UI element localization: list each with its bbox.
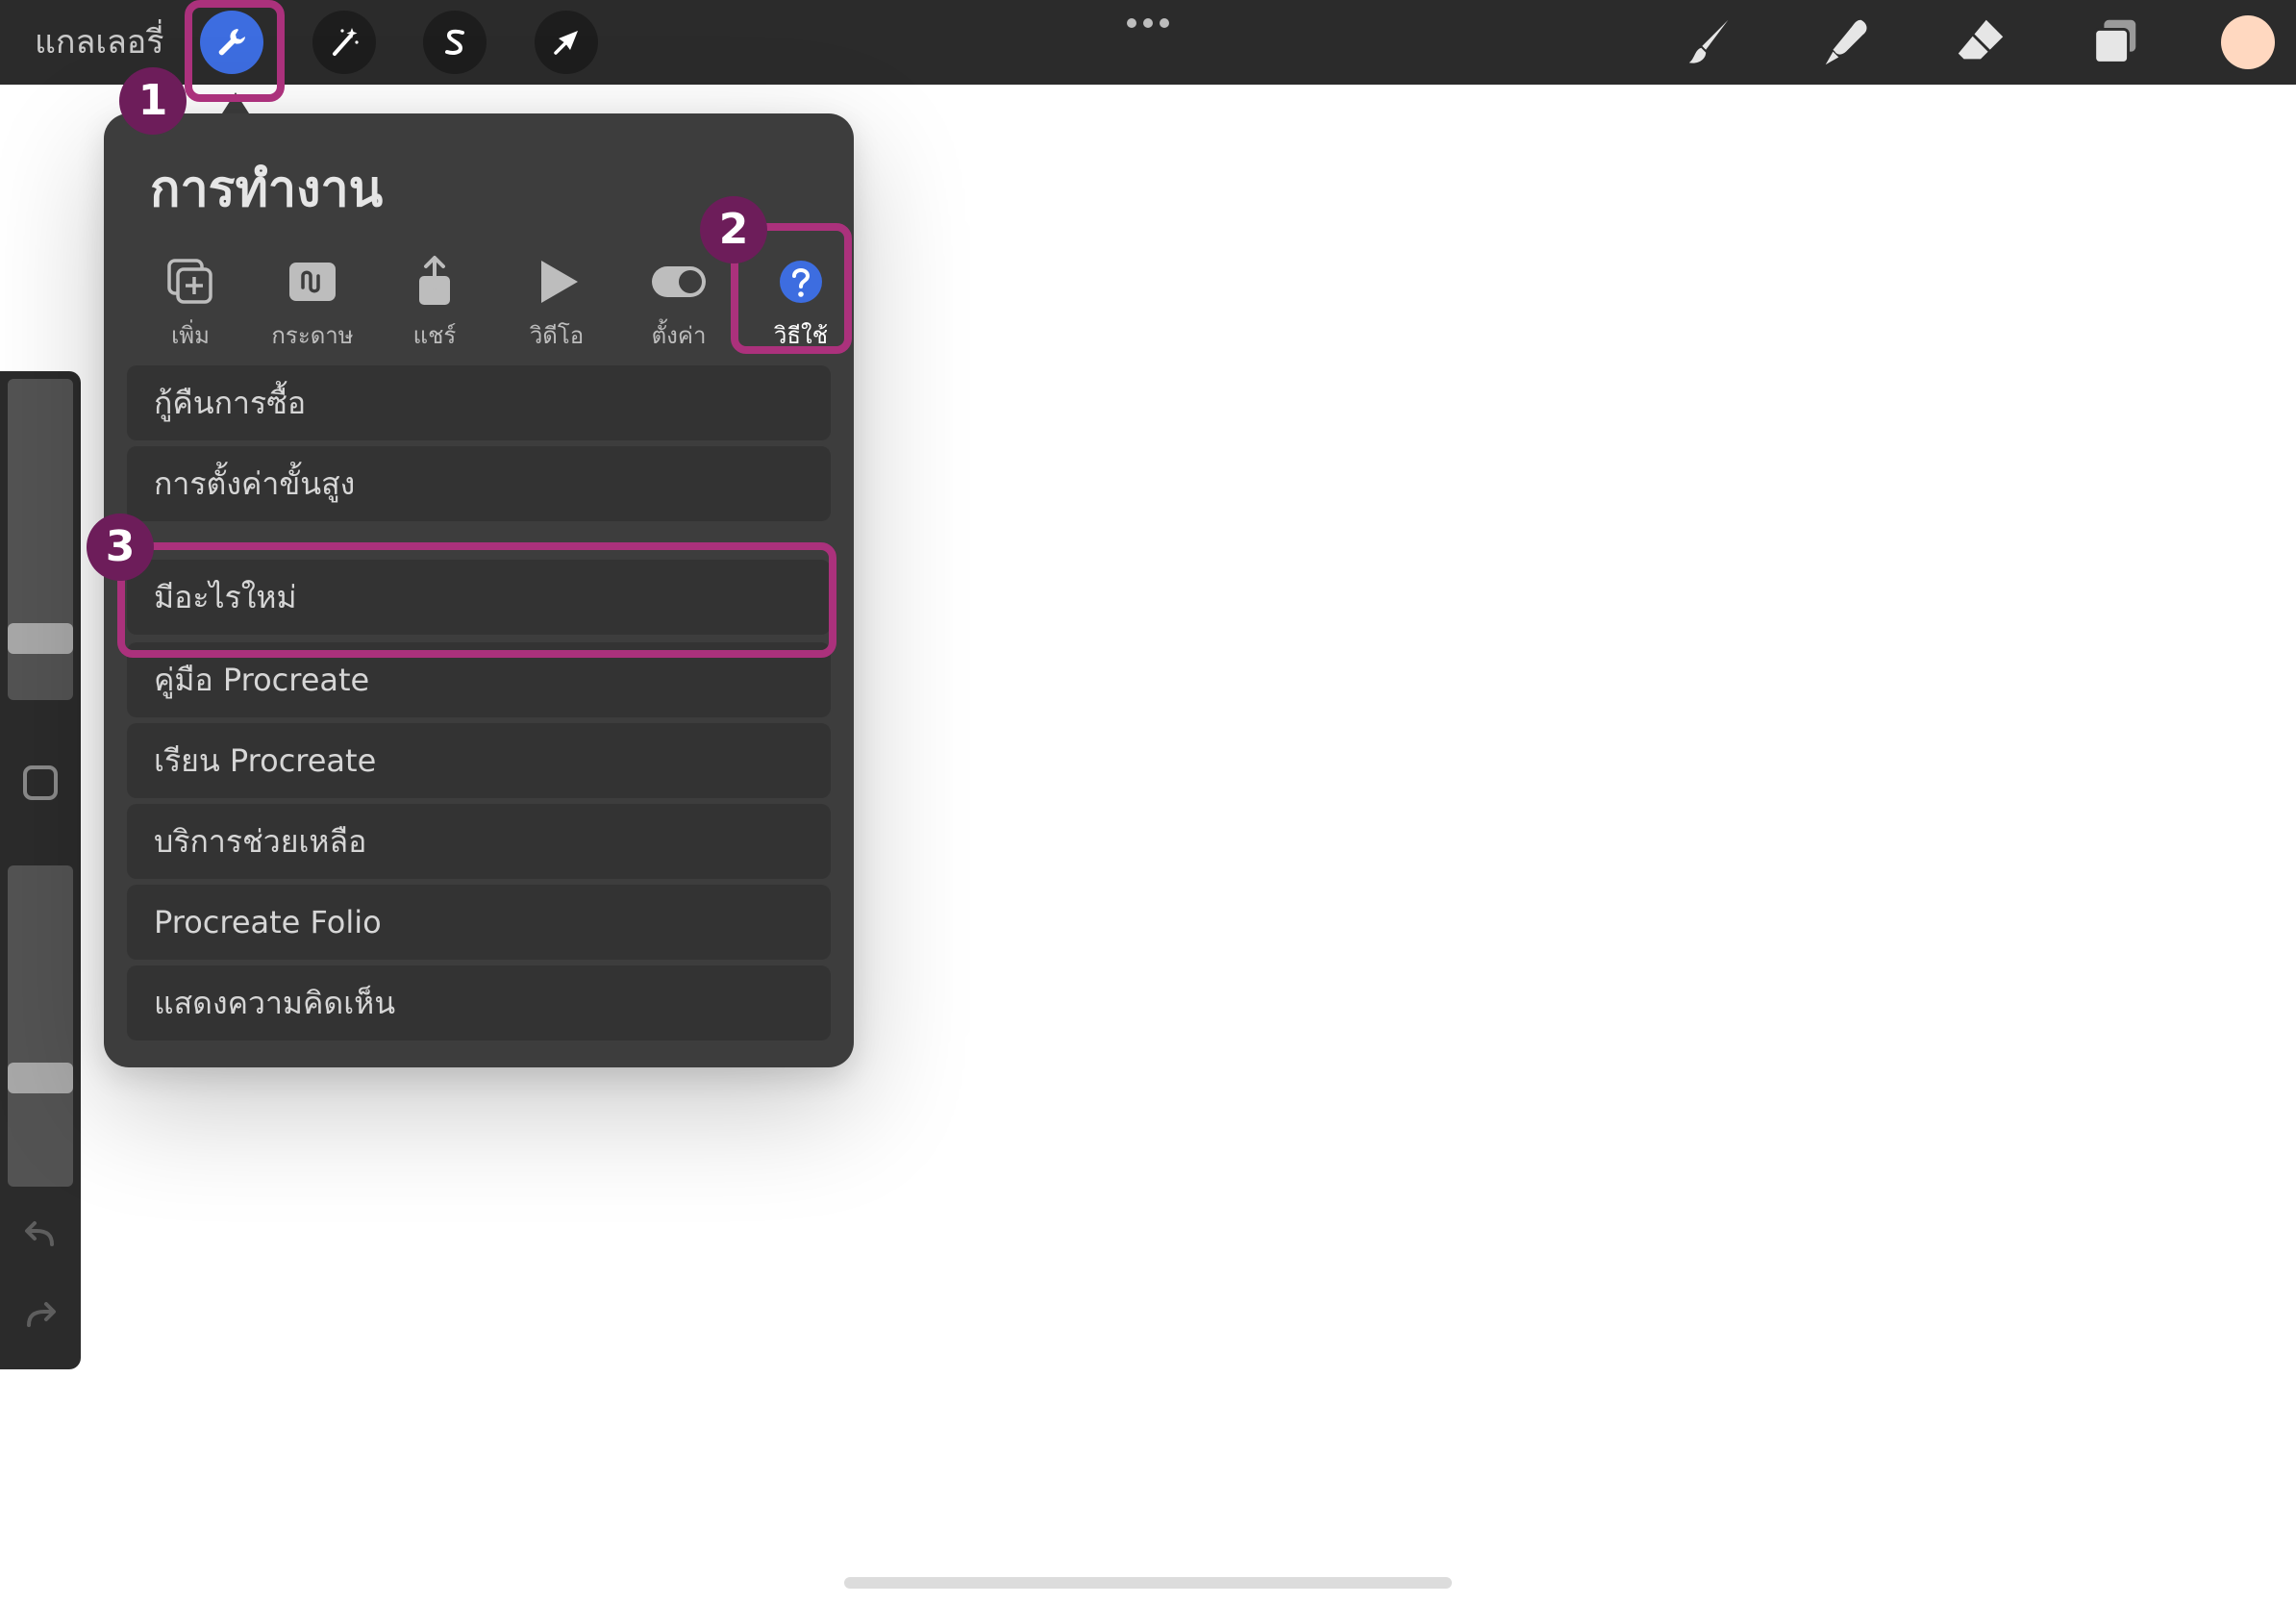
tab-prefs-label: ตั้งค่า <box>651 322 707 349</box>
tab-canvas[interactable]: กระดาษ <box>255 243 370 368</box>
step-badge-2: 2 <box>700 196 767 263</box>
toggle-icon <box>650 255 708 309</box>
brush-size-slider-thumb[interactable] <box>8 622 73 654</box>
modify-button[interactable] <box>23 765 58 800</box>
brush-icon <box>1688 19 1729 63</box>
share-icon <box>406 255 463 309</box>
redo-icon <box>27 1302 56 1327</box>
tab-canvas-label: กระดาษ <box>271 322 354 349</box>
undo-button[interactable] <box>19 1216 62 1258</box>
more-options-icon[interactable] <box>1127 13 1169 33</box>
panel-title: การทำงาน <box>150 161 384 218</box>
menu-item-restore-purchases[interactable]: กู้คืนการซื้อ <box>127 365 831 440</box>
transform-button[interactable] <box>535 11 598 74</box>
gallery-button[interactable]: แกลเลอรี่ <box>35 19 163 65</box>
menu-item-label: บริการช่วยเหลือ <box>154 823 367 860</box>
step-badge-1: 1 <box>119 67 187 135</box>
menu-item-label: การตั้งค่าขั้นสูง <box>154 465 356 502</box>
opacity-slider[interactable] <box>8 865 73 1187</box>
magic-wand-icon <box>333 28 359 56</box>
layers-icon <box>2093 19 2136 64</box>
add-icon <box>162 255 219 309</box>
menu-item-label: แสดงความคิดเห็น <box>154 985 396 1021</box>
redo-button[interactable] <box>19 1296 62 1339</box>
menu-item-label: กู้คืนการซื้อ <box>154 385 307 421</box>
left-sidebar <box>0 371 81 1369</box>
actions-tabs: เพิ่ม กระดาษ แชร์ วิดีโอ ตั้งค่า วิธีใช้ <box>133 243 828 368</box>
tab-share-label: แชร์ <box>412 322 457 349</box>
selection-button[interactable] <box>423 11 487 74</box>
canvas-icon <box>284 255 341 309</box>
layers-button[interactable] <box>2086 13 2144 71</box>
brush-tool-button[interactable] <box>1683 13 1740 71</box>
smudge-icon <box>1825 19 1867 65</box>
opacity-slider-thumb[interactable] <box>8 1063 73 1094</box>
menu-item-support[interactable]: บริการช่วยเหลือ <box>127 804 831 879</box>
tab-add[interactable]: เพิ่ม <box>133 243 248 368</box>
menu-item-label: เรียน Procreate <box>154 742 377 779</box>
menu-item-feedback[interactable]: แสดงความคิดเห็น <box>127 965 831 1040</box>
menu-item-advanced-settings[interactable]: การตั้งค่าขั้นสูง <box>127 446 831 521</box>
adjustments-button[interactable] <box>312 11 376 74</box>
home-indicator[interactable] <box>844 1577 1452 1589</box>
color-picker-button[interactable] <box>2221 15 2275 69</box>
tab-add-label: เพิ่ม <box>171 322 210 349</box>
menu-item-learn-procreate[interactable]: เรียน Procreate <box>127 723 831 798</box>
eraser-icon <box>1958 19 2004 60</box>
tab-prefs[interactable]: ตั้งค่า <box>621 243 736 368</box>
highlight-actions-button <box>185 0 285 102</box>
arrow-cursor-icon <box>554 31 578 55</box>
tab-share[interactable]: แชร์ <box>377 243 492 368</box>
highlight-whats-new <box>117 542 836 658</box>
tab-video[interactable]: วิดีโอ <box>499 243 614 368</box>
menu-item-procreate-folio[interactable]: Procreate Folio <box>127 885 831 960</box>
tab-video-label: วิดีโอ <box>529 322 585 349</box>
undo-icon <box>25 1221 54 1246</box>
video-play-icon <box>528 255 586 309</box>
top-toolbar: แกลเลอรี่ <box>0 0 2296 85</box>
selection-s-icon <box>445 29 464 55</box>
step-badge-3: 3 <box>87 514 154 581</box>
smudge-tool-button[interactable] <box>1817 13 1875 71</box>
procreate-canvas-screen: แกลเลอรี่ การทำงาน เพิ่ม กระดาษ แชร์ วิด… <box>0 0 2296 1604</box>
eraser-tool-button[interactable] <box>1952 13 2009 71</box>
menu-item-label: Procreate Folio <box>154 904 382 940</box>
